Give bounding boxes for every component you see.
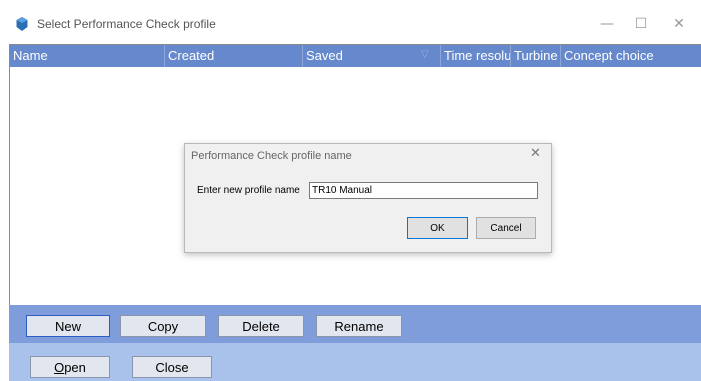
- column-header-concept-choice[interactable]: Concept choice: [561, 45, 701, 67]
- dialog-close-icon[interactable]: ✕: [530, 146, 546, 166]
- open-mnemonic: O: [54, 359, 65, 375]
- dialog-title: Performance Check profile name: [191, 150, 352, 162]
- cancel-button[interactable]: Cancel: [476, 217, 536, 239]
- close-button[interactable]: Close: [132, 356, 212, 378]
- rename-button[interactable]: Rename: [316, 315, 402, 337]
- profile-name-dialog: Performance Check profile name ✕ Enter n…: [184, 143, 552, 253]
- close-icon: ✕: [673, 16, 685, 32]
- column-header-created[interactable]: Created: [165, 45, 303, 67]
- window-title: Select Performance Check profile: [37, 17, 216, 31]
- new-button[interactable]: New: [26, 315, 110, 337]
- title-bar: Select Performance Check profile — ☐ ✕: [0, 0, 701, 44]
- profile-name-label: Enter new profile name: [197, 185, 300, 196]
- column-header-time-resolution[interactable]: Time resolution: [441, 45, 511, 67]
- maximize-button[interactable]: ☐: [624, 10, 658, 38]
- minimize-icon: —: [600, 16, 614, 32]
- column-header-turbine[interactable]: Turbine: [511, 45, 561, 67]
- close-window-button[interactable]: ✕: [662, 10, 696, 38]
- action-buttons-bar: Open Close: [9, 343, 701, 381]
- open-button[interactable]: Open: [30, 356, 110, 378]
- open-label: pen: [64, 359, 86, 375]
- app-logo-icon: [16, 17, 28, 31]
- table-header: Name Created Saved ▽ Time resolution Tur…: [10, 45, 701, 67]
- column-header-name[interactable]: Name: [10, 45, 165, 67]
- minimize-button[interactable]: —: [590, 10, 624, 38]
- sort-descending-icon: ▽: [421, 49, 429, 60]
- maximize-icon: ☐: [634, 16, 648, 32]
- ok-button[interactable]: OK: [407, 217, 468, 239]
- edit-buttons-bar: New Copy Delete Rename: [9, 305, 701, 343]
- delete-button[interactable]: Delete: [218, 315, 304, 337]
- copy-button[interactable]: Copy: [120, 315, 206, 337]
- profile-name-input[interactable]: TR10 Manual: [309, 182, 538, 199]
